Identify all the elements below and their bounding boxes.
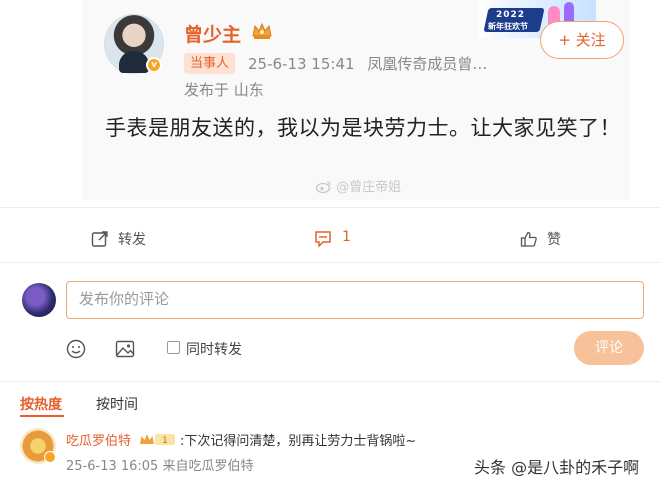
avatar-figure: [119, 51, 149, 73]
comment-input[interactable]: 发布你的评论: [66, 281, 644, 319]
banner-text: 新年狂欢节: [488, 22, 528, 31]
toutiao-watermark: 头条 @是八卦的禾子啊: [474, 458, 640, 477]
post-text: 手表是朋友送的，我以为是块劳力士。让大家见笑了！: [105, 116, 621, 140]
thumbs-up-icon: [520, 231, 537, 247]
post-time: 25-6-13 15:41: [248, 55, 355, 73]
post-location: 发布于 山东: [184, 81, 264, 99]
like-button[interactable]: 赞: [520, 229, 570, 249]
like-label: 赞: [547, 232, 561, 248]
post-meta: 25-6-13 15:41 凤凰传奇成员曾…: [248, 53, 487, 74]
comment-button[interactable]: 1: [314, 229, 364, 249]
commenter-level: 1: [162, 436, 168, 446]
banner-year: 2022: [496, 10, 526, 20]
verified-badge-icon: [44, 451, 56, 463]
follow-button[interactable]: + 关注: [540, 21, 624, 59]
repost-icon: [91, 231, 108, 247]
comment-meta: 25-6-13 16:05 来自吃瓜罗伯特: [66, 459, 254, 474]
comment-text: :下次记得问清楚，别再让劳力士背锅啦~: [180, 434, 417, 449]
repost-label: 转发: [118, 232, 146, 248]
author-name[interactable]: 曾少主: [184, 20, 241, 47]
tab-sort-time[interactable]: 按时间: [96, 394, 138, 414]
active-tab-indicator: [20, 415, 64, 417]
divider: [0, 381, 660, 382]
comment-count: 1: [342, 229, 351, 245]
weibo-logo-icon: [315, 181, 331, 194]
current-user-avatar[interactable]: [22, 283, 56, 317]
author-group: 凤凰传奇成员曾…: [367, 55, 488, 73]
commenter-name[interactable]: 吃瓜罗伯特: [66, 430, 131, 449]
repost-checkbox[interactable]: [167, 341, 180, 354]
verified-badge-icon: v: [146, 57, 162, 73]
emoji-icon[interactable]: [66, 339, 86, 359]
author-tag: 当事人: [184, 53, 236, 74]
divider: [0, 262, 660, 263]
submit-comment-button[interactable]: 评论: [574, 331, 644, 365]
tab-sort-hot[interactable]: 按热度: [20, 394, 62, 414]
weibo-watermark: @曾庄帝姐: [315, 176, 402, 195]
repost-button[interactable]: 转发: [91, 229, 161, 249]
repost-checkbox-label[interactable]: 同时转发: [186, 339, 242, 359]
weibo-watermark-text: @曾庄帝姐: [336, 180, 402, 195]
comment-icon: [315, 231, 331, 248]
crown-icon: [252, 22, 272, 39]
divider: [0, 207, 660, 208]
image-icon[interactable]: [115, 339, 135, 359]
crown-icon: 1: [140, 434, 175, 446]
